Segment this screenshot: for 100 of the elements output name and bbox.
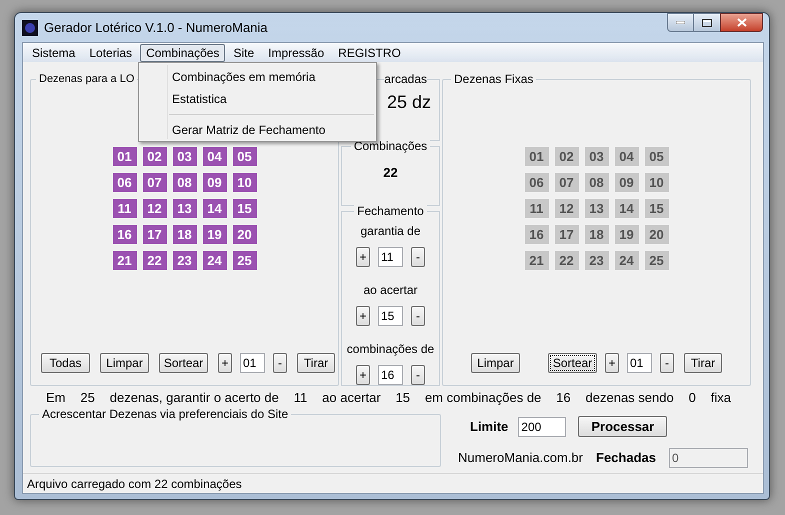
number-toggle[interactable]: 09 [202,173,226,192]
number-toggle[interactable]: 15 [232,199,256,218]
remove-button[interactable]: Tirar [684,353,722,373]
increment-button[interactable]: + [356,306,370,326]
menu-option[interactable]: Gerar Matriz de Fechamento [172,118,376,141]
number-toggle[interactable]: 10 [232,173,256,192]
value-field[interactable]: 11 [378,247,403,267]
decrement-button[interactable]: - [411,306,425,326]
menu-item[interactable]: Site [227,44,260,62]
decrement-button[interactable]: - [410,365,425,385]
number-toggle[interactable]: 23 [172,251,196,270]
decrement-button[interactable]: - [660,353,674,373]
number-toggle[interactable]: 16 [112,225,136,244]
value-field[interactable]: 16 [378,365,403,385]
action-button[interactable]: Limpar [100,353,149,373]
number-toggle[interactable]: 21 [524,251,548,270]
remove-button[interactable]: Tirar [297,353,335,373]
menu-item[interactable]: Impressão [262,44,330,62]
number-toggle[interactable]: 04 [614,147,638,166]
group-title: Combinações [350,139,430,153]
number-toggle[interactable]: 19 [202,225,226,244]
site-label: NumeroMania.com.br [458,449,583,468]
number-toggle[interactable]: 03 [172,147,196,166]
minimize-icon [676,21,685,24]
count-field[interactable]: 01 [627,353,652,373]
number-toggle[interactable]: 07 [554,173,578,192]
number-toggle[interactable]: 22 [142,251,166,270]
number-toggle[interactable]: 09 [614,173,638,192]
number-toggle[interactable]: 02 [554,147,578,166]
number-toggle[interactable]: 17 [142,225,166,244]
number-toggle[interactable]: 04 [202,147,226,166]
number-toggle[interactable]: 25 [232,251,256,270]
maximize-button[interactable] [694,13,720,32]
summary-text: Em [46,390,66,406]
number-toggle[interactable]: 06 [112,173,136,192]
number-toggle[interactable]: 22 [554,251,578,270]
action-button[interactable]: Limpar [471,353,520,373]
number-toggle[interactable]: 15 [644,199,668,218]
number-toggle[interactable]: 17 [554,225,578,244]
number-toggle[interactable]: 14 [202,199,226,218]
number-toggle[interactable]: 01 [112,147,136,166]
number-toggle[interactable]: 20 [232,225,256,244]
number-toggle[interactable]: 12 [554,199,578,218]
number-toggle[interactable]: 23 [584,251,608,270]
number-toggle[interactable]: 06 [524,173,548,192]
number-toggle[interactable]: 01 [524,147,548,166]
action-button[interactable]: Sortear [159,353,208,373]
menu-option[interactable]: Combinações em memória [172,66,376,88]
menu-item[interactable]: Loterias [83,44,138,62]
number-toggle[interactable]: 05 [232,147,256,166]
number-toggle[interactable]: 08 [172,173,196,192]
menu-option[interactable]: Estatistica [172,88,376,110]
increment-button[interactable]: + [356,365,370,385]
decrement-button[interactable]: - [411,247,425,267]
minimize-button[interactable] [667,13,694,32]
summary-text: 15 [396,390,410,406]
number-toggle[interactable]: 25 [644,251,668,270]
action-button[interactable]: Todas [41,353,90,373]
value-field[interactable]: 15 [378,306,403,326]
number-toggle[interactable]: 21 [112,251,136,270]
process-button[interactable]: Processar [578,416,668,437]
summary-text: 11 [294,390,308,406]
decrement-button[interactable]: - [273,353,287,373]
summary-text: dezenas, garantir o acerto de [110,390,279,406]
number-toggle[interactable]: 02 [142,147,166,166]
summary-text: dezenas sendo [586,390,674,406]
number-toggle[interactable]: 07 [142,173,166,192]
closing-label: ao acertar [363,283,418,297]
closing-label: garantia de [360,224,421,238]
number-toggle[interactable]: 24 [614,251,638,270]
menu-item[interactable]: Combinações [140,44,226,62]
limit-field[interactable]: 200 [518,416,566,436]
increment-button[interactable]: + [356,247,370,267]
number-toggle[interactable]: 14 [614,199,638,218]
maximize-icon [702,18,712,26]
increment-button[interactable]: + [218,353,232,373]
number-toggle[interactable]: 24 [202,251,226,270]
number-toggle[interactable]: 12 [142,199,166,218]
number-toggle[interactable]: 13 [584,199,608,218]
number-toggle[interactable]: 10 [644,173,668,192]
count-field[interactable]: 01 [240,353,265,373]
number-toggle[interactable]: 11 [524,199,548,218]
number-toggle[interactable]: 16 [524,225,548,244]
number-toggle[interactable]: 19 [614,225,638,244]
number-toggle[interactable]: 08 [584,173,608,192]
menu-item[interactable]: REGISTRO [332,44,407,62]
menu-item[interactable]: Sistema [26,44,82,62]
action-button[interactable]: Sortear [548,353,597,373]
number-toggle[interactable]: 18 [584,225,608,244]
close-icon [736,18,746,27]
number-toggle[interactable]: 11 [112,199,136,218]
number-toggle[interactable]: 18 [172,225,196,244]
closed-field: 0 [668,448,748,468]
increment-button[interactable]: + [605,353,619,373]
number-toggle[interactable]: 13 [172,199,196,218]
number-toggle[interactable]: 03 [584,147,608,166]
close-button[interactable] [720,13,763,32]
group-title: Dezenas para a LO [36,72,138,86]
number-toggle[interactable]: 05 [644,147,668,166]
number-toggle[interactable]: 20 [644,225,668,244]
